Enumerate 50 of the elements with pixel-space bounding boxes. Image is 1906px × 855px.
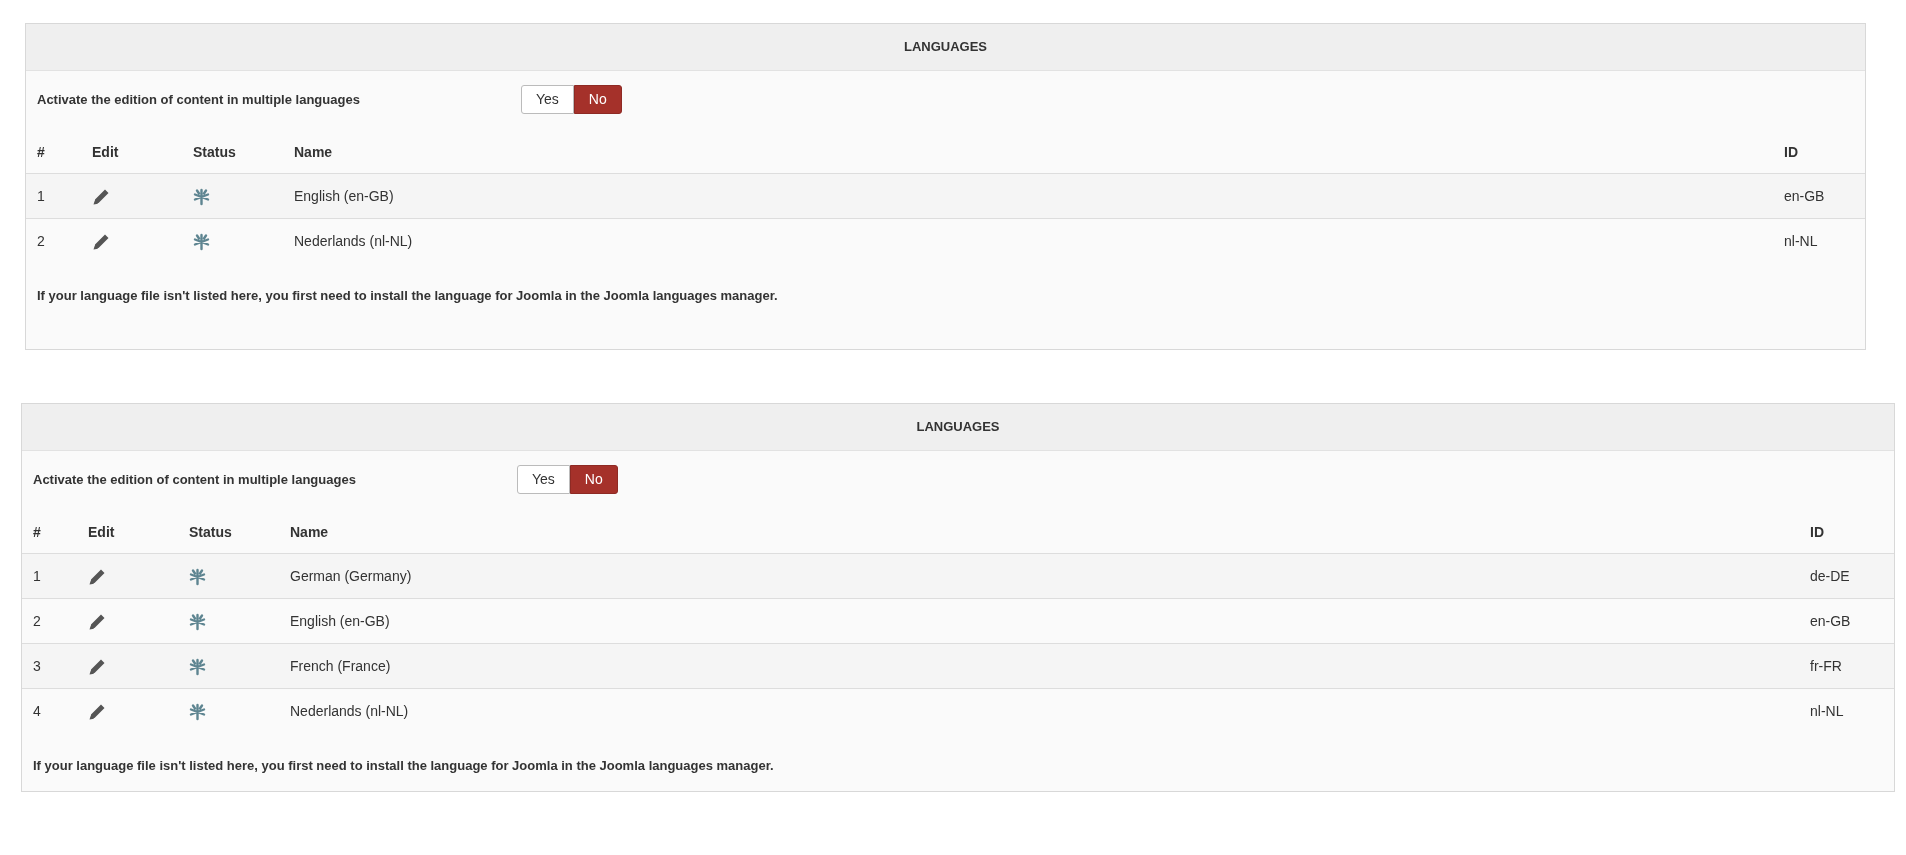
column-header: Status: [178, 522, 279, 554]
table-cell: fr-FR: [1799, 643, 1894, 689]
asterisk-icon: [189, 567, 206, 586]
setting-label: Activate the edition of content in multiple languages: [37, 90, 361, 109]
table-cell: nl-NL: [1799, 688, 1894, 734]
note-text: If your language file isn't listed here, you first need to install the language for Joomla in the Joomla languages manager.: [32, 756, 775, 775]
table-cell: 3: [22, 643, 77, 689]
column-header: Name: [283, 142, 1773, 174]
table-cell: nl-NL: [1773, 218, 1865, 264]
toggle-option[interactable]: No: [573, 85, 622, 114]
table-cell: en-GB: [1773, 173, 1865, 219]
table-cell: Nederlands (nl-NL): [279, 688, 1799, 734]
table-cell: 2: [22, 598, 77, 644]
table-cell: 2: [26, 218, 81, 264]
pencil-icon[interactable]: [88, 703, 106, 722]
column-header: ID: [1799, 522, 1894, 554]
asterisk-icon: [189, 612, 206, 631]
toggle-option[interactable]: No: [569, 465, 618, 494]
pencil-icon[interactable]: [88, 567, 106, 586]
pencil-icon[interactable]: [88, 612, 106, 631]
column-header: Name: [279, 522, 1799, 554]
panel-title: LANGUAGES: [22, 404, 1894, 451]
asterisk-icon: [189, 657, 206, 676]
column-header: Edit: [77, 522, 178, 554]
pencil-icon[interactable]: [92, 233, 110, 252]
table-cell: English (en-GB): [279, 598, 1799, 644]
table-cell: German (Germany): [279, 553, 1799, 599]
table-cell: de-DE: [1799, 553, 1894, 599]
table-cell: 1: [26, 173, 81, 219]
column-header: #: [22, 522, 77, 554]
column-header: ID: [1773, 142, 1865, 174]
pencil-icon[interactable]: [88, 657, 106, 676]
toggle-option[interactable]: Yes: [517, 465, 570, 494]
panel-title: LANGUAGES: [26, 24, 1865, 71]
column-header: Edit: [81, 142, 182, 174]
setting-label: Activate the edition of content in multiple languages: [33, 470, 357, 489]
table-cell: Nederlands (nl-NL): [283, 218, 1773, 264]
table-cell: 1: [22, 553, 77, 599]
table-cell: en-GB: [1799, 598, 1894, 644]
pencil-icon[interactable]: [92, 187, 110, 206]
column-header: #: [26, 142, 81, 174]
table-cell: French (France): [279, 643, 1799, 689]
toggle-option[interactable]: Yes: [521, 85, 574, 114]
asterisk-icon: [193, 187, 210, 206]
asterisk-icon: [193, 233, 210, 252]
note-text: If your language file isn't listed here, you first need to install the language for Joomla in the Joomla languages manager.: [36, 286, 779, 305]
table-cell: English (en-GB): [283, 173, 1773, 219]
table-cell: 4: [22, 688, 77, 734]
column-header: Status: [182, 142, 283, 174]
asterisk-icon: [189, 703, 206, 722]
